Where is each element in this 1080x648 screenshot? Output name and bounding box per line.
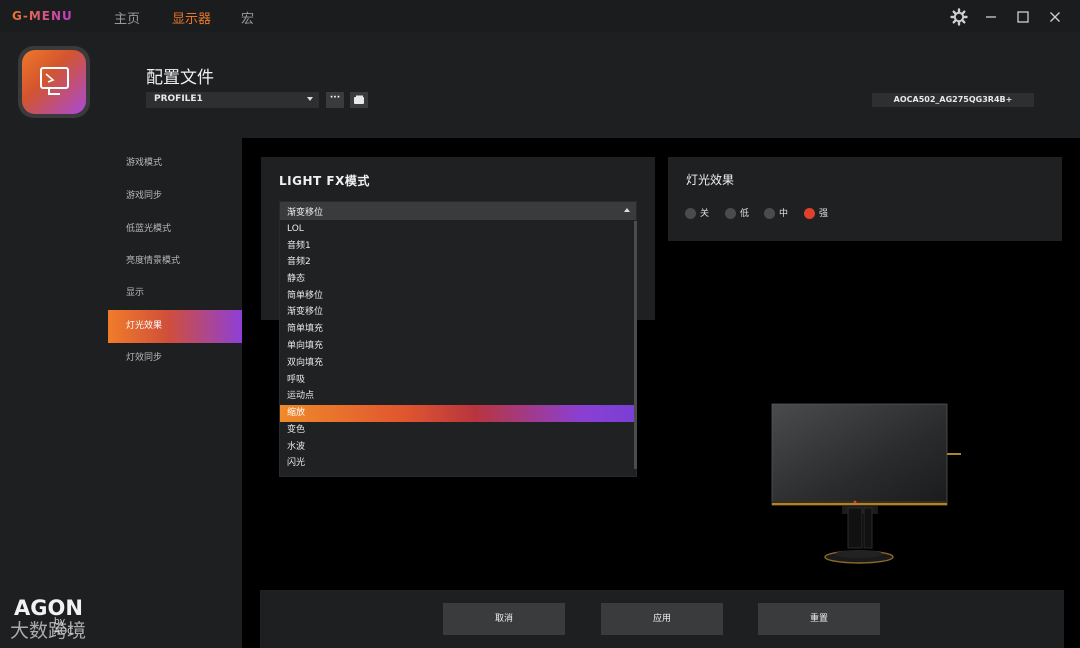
dropdown-option[interactable]: 单向填充: [280, 338, 634, 355]
watermark: 大数跨境: [10, 620, 87, 642]
maximize-button[interactable]: [1012, 6, 1034, 28]
sidemenu-item-brightness-mode[interactable]: 亮度情景模式: [108, 245, 242, 278]
dropdown-option[interactable]: 运动点: [280, 388, 634, 405]
light-effect-title: 灯光效果: [686, 173, 735, 187]
reset-button[interactable]: 重置: [758, 603, 880, 635]
radio-dot: [764, 208, 775, 219]
light-effect-panel: 灯光效果 关 低 中 强: [668, 157, 1062, 241]
dropdown-option[interactable]: 闪光: [280, 455, 634, 472]
gear-icon: [950, 8, 968, 26]
monitor-icon: [22, 50, 86, 114]
close-button[interactable]: [1044, 6, 1066, 28]
profile-copy-button[interactable]: [350, 92, 368, 108]
dropdown-option[interactable]: 音频2: [280, 254, 634, 271]
dropdown-option-highlighted[interactable]: 缩放: [280, 405, 634, 422]
lightfx-title: LIGHT FX模式: [279, 174, 370, 188]
left-rail: AGON by AOC: [0, 32, 108, 648]
dropdown-option[interactable]: 变色: [280, 422, 634, 439]
radio-dot: [725, 208, 736, 219]
profile-header: 配置文件 PROFILE1 ··· AOCA502_AG275QG3R4B+: [108, 32, 1080, 138]
radio-off[interactable]: 关: [685, 208, 709, 220]
sidemenu-item-light-sync[interactable]: 灯效同步: [108, 342, 242, 375]
radio-strong[interactable]: 强: [804, 208, 828, 220]
dropdown-option[interactable]: 渐变移位: [280, 304, 634, 321]
chevron-up-icon: [624, 208, 630, 212]
title-bar: G-MENU 主页 显示器 宏: [0, 0, 1080, 32]
radio-dot: [685, 208, 696, 219]
profile-more-button[interactable]: ···: [326, 92, 344, 108]
device-id-badge: AOCA502_AG275QG3R4B+: [872, 93, 1034, 107]
maximize-icon: [1017, 11, 1029, 23]
app-logo-text: G-MENU: [12, 9, 73, 23]
sidemenu-item-display[interactable]: 显示: [108, 277, 242, 310]
dropdown-option[interactable]: 简单填充: [280, 321, 634, 338]
dropdown-scrollbar[interactable]: [634, 221, 637, 469]
sidemenu-item-light-effect[interactable]: 灯光效果: [108, 310, 242, 343]
side-menu: 游戏模式 游戏同步 低蓝光模式 亮度情景模式 显示 灯光效果 灯效同步: [108, 138, 242, 648]
radio-medium[interactable]: 中: [764, 208, 788, 220]
cancel-button[interactable]: 取消: [443, 603, 565, 635]
dropdown-option[interactable]: 呼吸: [280, 372, 634, 389]
dropdown-option[interactable]: 静态: [280, 271, 634, 288]
radio-dot-selected: [804, 208, 815, 219]
profile-dropdown-value: PROFILE1: [154, 94, 203, 104]
monitor-preview-image: [768, 402, 964, 570]
copy-icon: [354, 95, 364, 104]
dropdown-option[interactable]: 水波: [280, 439, 634, 456]
radio-label: 强: [819, 209, 829, 219]
apply-button[interactable]: 应用: [601, 603, 723, 635]
nav-tab-macro[interactable]: 宏: [241, 8, 254, 27]
close-icon: [1050, 12, 1060, 22]
action-bar: 取消 应用 重置: [260, 590, 1064, 648]
dropdown-option[interactable]: 双向填充: [280, 355, 634, 372]
sidemenu-item-low-blue-light[interactable]: 低蓝光模式: [108, 213, 242, 246]
settings-button[interactable]: [948, 6, 970, 28]
profile-dropdown[interactable]: PROFILE1: [146, 92, 319, 108]
dropdown-option[interactable]: LOL: [280, 221, 634, 238]
monitor-app-icon[interactable]: [18, 46, 90, 118]
lightfx-mode-dropdown[interactable]: 渐变移位 LOL 音频1 音频2 静态 简单移位 渐变移位 简单填充 单向填充 …: [279, 201, 637, 477]
page-title: 配置文件: [146, 68, 214, 88]
sidemenu-item-game-mode[interactable]: 游戏模式: [108, 147, 242, 180]
nav-tab-home[interactable]: 主页: [114, 8, 140, 27]
lightfx-mode-selected: 渐变移位: [287, 208, 324, 218]
dropdown-option[interactable]: 简单移位: [280, 288, 634, 305]
dropdown-option[interactable]: 音频1: [280, 238, 634, 255]
minimize-button[interactable]: [980, 6, 1002, 28]
radio-label: 低: [740, 209, 750, 219]
chevron-down-icon: [307, 97, 313, 101]
radio-label: 关: [700, 209, 710, 219]
nav-tab-display[interactable]: 显示器: [172, 8, 211, 27]
radio-low[interactable]: 低: [725, 208, 749, 220]
lightfx-mode-select[interactable]: 渐变移位: [280, 202, 636, 220]
sidemenu-item-game-sync[interactable]: 游戏同步: [108, 180, 242, 213]
radio-label: 中: [779, 209, 789, 219]
minimize-icon: [986, 16, 996, 18]
